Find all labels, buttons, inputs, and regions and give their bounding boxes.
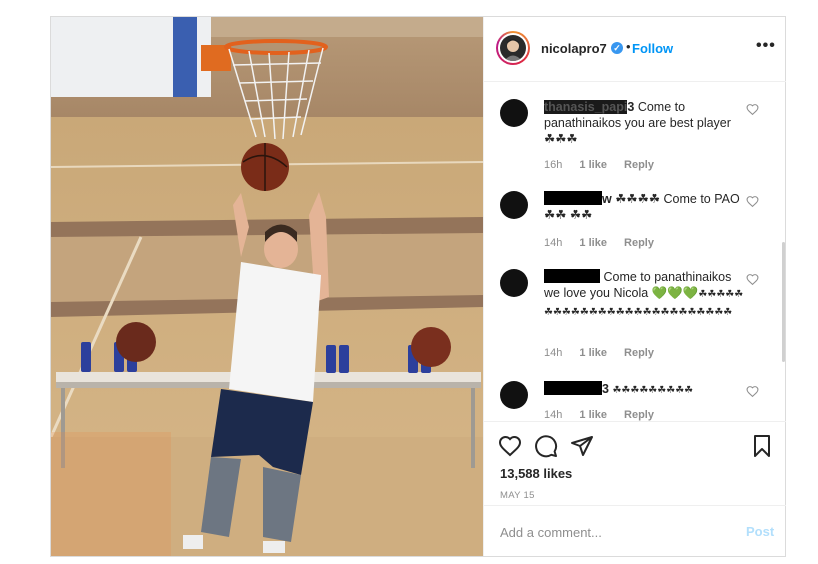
comment-text-block: thanasis_papi3 Come to panathinaikos you… (544, 99, 744, 147)
commenter-username[interactable]: thanasis_papi3 (544, 100, 634, 114)
comment-text-block: Come to panathinaikos we love you Nicola… (544, 269, 744, 321)
avatar-border (498, 33, 528, 63)
like-count[interactable]: 13,588 likes (500, 466, 572, 481)
reply-button[interactable]: Reply (624, 409, 654, 421)
small-heart-icon[interactable] (746, 273, 759, 286)
reply-button[interactable]: Reply (624, 347, 654, 359)
comment-text-block: 3 ☘☘☘☘☘☘☘☘☘ (544, 381, 744, 399)
follow-button[interactable]: Follow (632, 41, 673, 56)
commenter-avatar[interactable] (500, 269, 528, 297)
reply-button[interactable]: Reply (624, 237, 654, 249)
heart-icon[interactable] (498, 434, 522, 458)
paper-plane-icon[interactable] (570, 434, 594, 458)
commenter-avatar[interactable] (500, 191, 528, 219)
comment-meta: 14h 1 like Reply (544, 237, 668, 249)
comment-time: 16h (544, 159, 563, 171)
instagram-post: nicolapro7 ✓ • Follow ••• thanasis_papi3… (50, 16, 786, 557)
post-date[interactable]: MAY 15 (500, 490, 535, 501)
comment-likes-link[interactable]: 1 like (579, 237, 607, 249)
more-options-icon[interactable]: ••• (756, 37, 776, 55)
name-suffix: 3 (602, 382, 609, 396)
redacted-name (544, 269, 600, 283)
redacted-name (544, 191, 602, 205)
bookmark-icon[interactable] (750, 434, 774, 458)
comment-text: ☘☘☘☘☘☘☘☘☘ (612, 385, 694, 396)
post-side-panel: nicolapro7 ✓ • Follow ••• thanasis_papi3… (483, 17, 786, 556)
verified-badge-icon: ✓ (611, 42, 623, 54)
post-comment-button[interactable]: Post (746, 524, 774, 539)
comment-likes-link[interactable]: 1 like (579, 409, 607, 421)
comment-time: 14h (544, 409, 563, 421)
comments-list[interactable]: thanasis_papi3 Come to panathinaikos you… (484, 82, 786, 421)
comment-item: 3 ☘☘☘☘☘☘☘☘☘ 14h 1 like Reply (500, 381, 770, 421)
comment-meta: 16h 1 like Reply (544, 159, 668, 171)
comment-item: thanasis_papi3 Come to panathinaikos you… (500, 99, 770, 175)
comment-likes-link[interactable]: 1 like (579, 159, 607, 171)
redacted-name (544, 381, 602, 395)
comment-icon[interactable] (534, 434, 558, 458)
profile-avatar[interactable] (496, 31, 530, 65)
small-heart-icon[interactable] (746, 195, 759, 208)
comment-item: w ☘☘☘☘ Come to PAO ☘☘ ☘☘ 14h 1 like Repl… (500, 191, 770, 253)
comments-scrollbar[interactable] (782, 242, 785, 362)
comment-time: 14h (544, 237, 563, 249)
avatar-image (500, 35, 526, 61)
comment-time: 14h (544, 347, 563, 359)
small-heart-icon[interactable] (746, 103, 759, 116)
name-fragment: w (602, 192, 612, 206)
green-heart-emojis: 💚💚💚 (651, 286, 699, 300)
post-photo[interactable] (51, 17, 483, 556)
name-suffix: 3 (627, 100, 635, 114)
commenter-username[interactable]: 3 (544, 381, 609, 396)
commenter-username[interactable] (544, 269, 600, 284)
comment-input[interactable] (498, 520, 732, 544)
comment-meta: 14h 1 like Reply (544, 347, 668, 359)
comment-item: Come to panathinaikos we love you Nicola… (500, 269, 770, 363)
comment-likes-link[interactable]: 1 like (579, 347, 607, 359)
commenter-avatar[interactable] (500, 99, 528, 127)
post-header: nicolapro7 ✓ • Follow ••• (484, 17, 786, 82)
header-separator: • (626, 39, 631, 54)
add-comment-bar: Post (484, 505, 786, 557)
username-link[interactable]: nicolapro7 (541, 41, 607, 56)
small-heart-icon[interactable] (746, 385, 759, 398)
comment-text-block: w ☘☘☘☘ Come to PAO ☘☘ ☘☘ (544, 191, 744, 223)
commenter-avatar[interactable] (500, 381, 528, 409)
reply-button[interactable]: Reply (624, 159, 654, 171)
redacted-name: thanasis_papi (544, 100, 628, 114)
commenter-username[interactable]: w (544, 191, 612, 206)
comment-meta: 14h 1 like Reply (544, 409, 668, 421)
